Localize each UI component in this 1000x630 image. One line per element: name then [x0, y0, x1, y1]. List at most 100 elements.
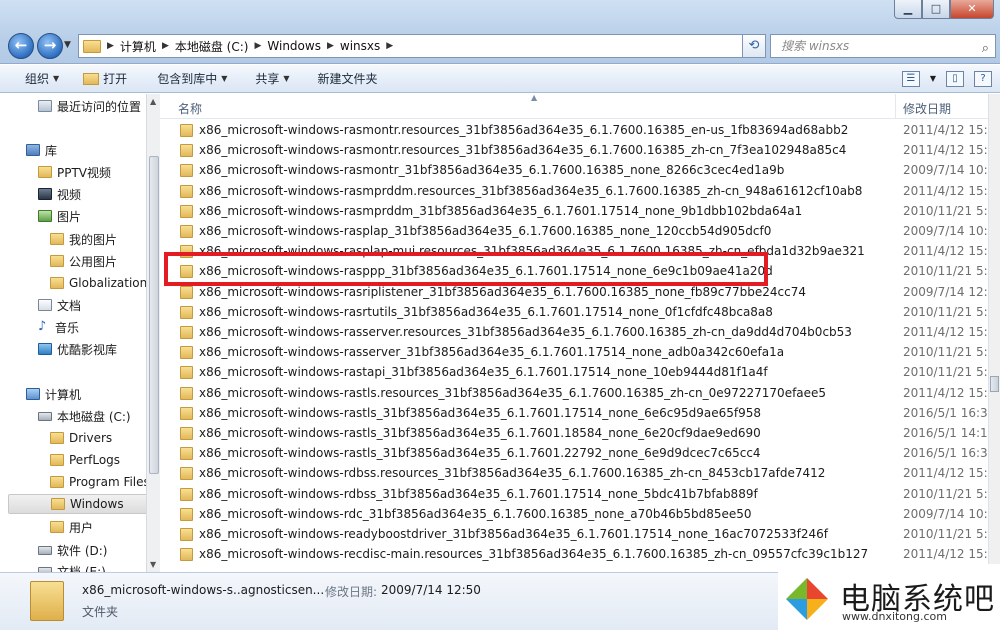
list-item[interactable]: x86_microsoft-windows-rasmontr_31bf3856a… [160, 160, 988, 180]
logo-url: www.dnxitong.com [842, 610, 947, 623]
breadcrumb-windows[interactable]: Windows [267, 39, 321, 53]
sidebar-item-perflogs[interactable]: PerfLogs [50, 450, 120, 470]
folder-icon [50, 521, 64, 533]
help-icon[interactable]: ? [974, 70, 992, 87]
scroll-down-icon[interactable]: ▼ [150, 560, 156, 569]
maximize-button[interactable]: □ [922, 0, 950, 19]
preview-pane-icon[interactable]: ▯ [946, 70, 964, 87]
sidebar-item-program-files[interactable]: Program Files [50, 472, 150, 492]
view-options-icon[interactable]: ☰ [901, 70, 920, 87]
folder-icon [180, 346, 193, 360]
sidebar-item-pptv-video[interactable]: PPTV视频 [38, 162, 111, 182]
open-label: 打开 [103, 72, 128, 86]
list-item[interactable]: x86_microsoft-windows-rasppp_31bf3856ad3… [160, 261, 988, 281]
chevron-right-icon[interactable]: ▶ [386, 41, 393, 51]
list-item[interactable]: x86_microsoft-windows-rasserver.resource… [160, 322, 988, 342]
file-list-scrollbar[interactable] [988, 94, 1000, 564]
close-button[interactable]: ✕ [950, 0, 994, 19]
list-item[interactable]: x86_microsoft-windows-rasmprddm.resource… [160, 181, 988, 201]
sidebar-item-label: Program Files [69, 475, 150, 489]
refresh-button[interactable]: ⟲ [742, 34, 766, 58]
chevron-right-icon[interactable]: ▶ [327, 41, 334, 51]
breadcrumb-winsxs[interactable]: winsxs [340, 39, 380, 53]
address-bar[interactable]: ▶ 计算机 ▶ 本地磁盘 (C:) ▶ Windows ▶ winsxs ▶ ▼ [78, 34, 762, 58]
forward-arrow-icon: → [43, 36, 57, 54]
sidebar-item-music[interactable]: ♪ 音乐 [38, 317, 79, 337]
sidebar-item-documents[interactable]: 文档 [38, 295, 81, 315]
sidebar-item-videos[interactable]: 视频 [38, 184, 81, 204]
sidebar-item-libraries[interactable]: 库 [26, 140, 57, 160]
list-item[interactable]: x86_microsoft-windows-rasmontr.resources… [160, 120, 988, 140]
file-list-scroll-thumb[interactable] [990, 376, 999, 392]
chevron-right-icon[interactable]: ▶ [254, 41, 261, 51]
scroll-up-icon[interactable]: ▲ [150, 97, 156, 106]
sidebar-item-local-disk-c[interactable]: 本地磁盘 (C:) [38, 406, 131, 426]
title-bar: ▁ □ ✕ ← → ▼ ▶ 计算机 ▶ 本地磁盘 (C:) ▶ Windows … [0, 0, 1000, 64]
back-button[interactable]: ← [8, 33, 34, 59]
sidebar-scroll-thumb[interactable] [149, 156, 159, 474]
sidebar-item-label: 视频 [57, 187, 82, 202]
new-folder-label: 新建文件夹 [317, 72, 378, 86]
recent-pages-dropdown[interactable]: ▼ [64, 40, 71, 50]
forward-button[interactable]: → [37, 33, 63, 59]
list-item[interactable]: x86_microsoft-windows-rastls.resources_3… [160, 383, 988, 403]
new-folder-button[interactable]: 新建文件夹 [302, 70, 390, 87]
column-divider[interactable] [895, 94, 896, 119]
sidebar-item-label: 最近访问的位置 [57, 99, 142, 114]
list-item[interactable]: x86_microsoft-windows-rasmontr.resources… [160, 140, 988, 160]
list-item[interactable]: x86_microsoft-windows-rastls_31bf3856ad3… [160, 403, 988, 423]
command-toolbar: 组织 ▼ 打开 包含到库中 ▼ 共享 ▼ 新建文件夹 ☰ ▼ ▯ ? [0, 65, 1000, 93]
list-item[interactable]: x86_microsoft-windows-recdisc-main.resou… [160, 544, 988, 564]
list-item[interactable]: x86_microsoft-windows-rasrtutils_31bf385… [160, 302, 988, 322]
organize-button[interactable]: 组织 ▼ [0, 70, 71, 87]
list-item[interactable]: x86_microsoft-windows-rastapi_31bf3856ad… [160, 362, 988, 382]
search-input[interactable]: 搜索 winsxs ⌕ [770, 34, 996, 58]
sidebar-item-software-d[interactable]: 软件 (D:) [38, 540, 107, 560]
sidebar-item-documents-e[interactable]: 文档 (E:) [38, 561, 106, 572]
column-header-date-modified[interactable]: 修改日期 [903, 100, 951, 117]
sidebar-item-globalization[interactable]: Globalization [50, 273, 147, 293]
sidebar-item-my-pictures[interactable]: 我的图片 [50, 229, 117, 249]
sidebar-item-recent-places[interactable]: 最近访问的位置 [38, 96, 141, 116]
sidebar-item-computer[interactable]: 计算机 [26, 384, 81, 404]
list-item[interactable]: x86_microsoft-windows-rdbss.resources_31… [160, 463, 988, 483]
sidebar-item-public-pictures[interactable]: 公用图片 [50, 251, 117, 271]
sidebar-item-drivers[interactable]: Drivers [50, 428, 112, 448]
list-item[interactable]: x86_microsoft-windows-rastls_31bf3856ad3… [160, 443, 988, 463]
sidebar-scrollbar[interactable]: ▲ ▼ [146, 94, 160, 572]
chevron-down-icon[interactable]: ▼ [930, 74, 936, 83]
list-item[interactable]: x86_microsoft-windows-rasplap_31bf3856ad… [160, 221, 988, 241]
column-header-name[interactable]: 名称 [178, 100, 202, 117]
list-item[interactable]: x86_microsoft-windows-rasmprddm_31bf3856… [160, 201, 988, 221]
sidebar-item-youku-library[interactable]: 优酷影视库 [38, 339, 117, 359]
list-item[interactable]: x86_microsoft-windows-readyboostdriver_3… [160, 524, 988, 544]
breadcrumb-computer[interactable]: 计算机 [120, 38, 156, 55]
open-button[interactable]: 打开 [71, 70, 139, 87]
file-name: x86_microsoft-windows-rasmontr_31bf3856a… [199, 163, 785, 178]
breadcrumb-local-disk-c[interactable]: 本地磁盘 (C:) [175, 38, 249, 55]
sidebar-item-pictures[interactable]: 图片 [38, 206, 81, 226]
chevron-right-icon[interactable]: ▶ [107, 41, 114, 51]
list-item[interactable]: x86_microsoft-windows-rasplap-mui.resour… [160, 241, 988, 261]
file-name: x86_microsoft-windows-rasmontr.resources… [199, 123, 849, 137]
list-item[interactable]: x86_microsoft-windows-rdc_31bf3856ad364e… [160, 504, 988, 524]
share-button[interactable]: 共享 ▼ [239, 70, 301, 87]
sidebar-item-users[interactable]: 用户 [50, 517, 93, 537]
folder-icon [50, 255, 64, 267]
view-controls: ☰ ▼ ▯ ? [901, 70, 1000, 87]
file-name: x86_microsoft-windows-rdbss_31bf3856ad36… [199, 486, 758, 501]
sidebar-item-label: 文档 (E:) [57, 564, 106, 573]
chevron-right-icon[interactable]: ▶ [162, 41, 169, 51]
include-in-library-button[interactable]: 包含到库中 ▼ [139, 70, 239, 87]
search-icon[interactable]: ⌕ [982, 38, 989, 60]
list-item[interactable]: x86_microsoft-windows-rastls_31bf3856ad3… [160, 423, 988, 443]
list-item[interactable]: x86_microsoft-windows-rdbss_31bf3856ad36… [160, 484, 988, 504]
list-item[interactable]: x86_microsoft-windows-rasserver_31bf3856… [160, 342, 988, 362]
windows-logo-icon [786, 578, 828, 620]
file-name: x86_microsoft-windows-rasmontr.resources… [199, 143, 847, 158]
list-item[interactable]: x86_microsoft-windows-rasriplistener_31b… [160, 282, 988, 302]
folder-icon [50, 454, 64, 466]
minimize-button[interactable]: ▁ [894, 0, 922, 19]
sidebar-item-windows[interactable]: Windows [8, 494, 148, 514]
file-date-modified: 2010/11/21 5:29 [903, 304, 988, 319]
